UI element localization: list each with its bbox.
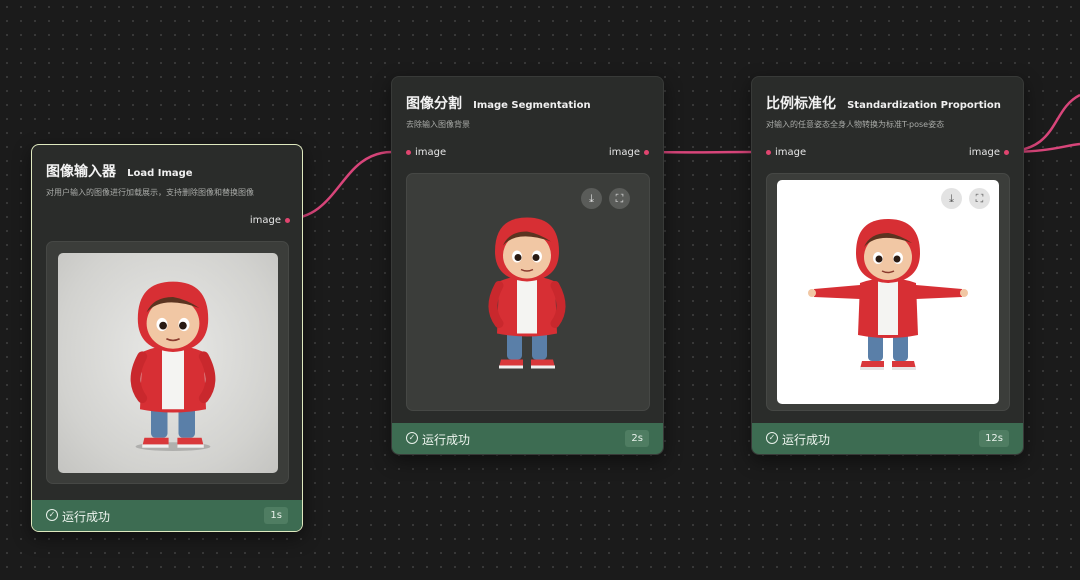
node-title: 图像输入器 Load Image: [46, 161, 193, 181]
check-circle-icon: ✓: [46, 509, 58, 521]
status-bar: ✓ 运行成功 1s: [32, 500, 302, 531]
status-bar: ✓ 运行成功 12s: [752, 423, 1023, 454]
tpose-image: ⤓ ⛶: [777, 180, 999, 404]
node-title-en: Standardization Proportion: [847, 100, 1001, 111]
node-description: 对输入的任意姿态全身人物转换为标准T-pose姿态: [766, 120, 945, 129]
image-preview[interactable]: ⤓ ⛶: [766, 173, 1010, 411]
port-dot[interactable]: [766, 149, 771, 155]
segmented-character-image: [488, 217, 566, 369]
check-circle-icon: ✓: [406, 432, 418, 444]
input-port-image[interactable]: image: [766, 147, 806, 158]
status-text: 运行成功: [782, 433, 831, 447]
fullscreen-icon[interactable]: ⛶: [969, 188, 990, 209]
port-dot[interactable]: [285, 217, 290, 223]
output-port-image[interactable]: image: [250, 215, 290, 226]
port-label: image: [968, 147, 1000, 158]
fullscreen-icon[interactable]: ⛶: [609, 188, 630, 209]
node-title: 图像分割 Image Segmentation: [406, 93, 591, 113]
input-port-image[interactable]: image: [406, 147, 446, 158]
node-title-en: Load Image: [127, 168, 193, 179]
port-dot[interactable]: [644, 149, 649, 155]
output-port-image[interactable]: image: [609, 147, 649, 158]
image-preview[interactable]: [46, 241, 289, 484]
node-standardization-proportion[interactable]: 比例标准化 Standardization Proportion 对输入的任意姿…: [751, 76, 1024, 455]
port-label: image: [415, 147, 447, 158]
image-preview[interactable]: ⤓ ⛶: [406, 173, 650, 411]
run-time-badge: 2s: [625, 430, 649, 447]
run-time-badge: 1s: [264, 507, 288, 524]
node-load-image[interactable]: 图像输入器 Load Image 对用户输入的图像进行加载展示，支持删除图像和替…: [31, 144, 303, 532]
check-circle-icon: ✓: [766, 432, 778, 444]
node-description: 去除输入图像背景: [406, 120, 470, 129]
node-description: 对用户输入的图像进行加载展示，支持删除图像和替换图像: [46, 188, 254, 197]
download-icon[interactable]: ⤓: [581, 188, 602, 209]
status-bar: ✓ 运行成功 2s: [392, 423, 663, 454]
loaded-image: [58, 253, 278, 473]
node-image-segmentation[interactable]: 图像分割 Image Segmentation 去除输入图像背景 image i…: [391, 76, 664, 455]
node-title: 比例标准化 Standardization Proportion: [766, 93, 1001, 113]
port-label: image: [608, 147, 640, 158]
port-label: image: [775, 147, 807, 158]
node-title-zh: 图像输入器: [46, 164, 116, 180]
output-port-image[interactable]: image: [969, 147, 1009, 158]
tpose-character-image: [808, 219, 968, 370]
node-title-zh: 比例标准化: [766, 96, 836, 112]
status-text: 运行成功: [422, 433, 471, 447]
port-dot[interactable]: [406, 149, 411, 155]
port-dot[interactable]: [1004, 149, 1009, 155]
status-text: 运行成功: [62, 510, 111, 524]
node-title-zh: 图像分割: [406, 96, 462, 112]
run-time-badge: 12s: [979, 430, 1009, 447]
node-title-en: Image Segmentation: [473, 100, 591, 111]
character-image: [130, 281, 216, 451]
port-label: image: [249, 215, 281, 226]
